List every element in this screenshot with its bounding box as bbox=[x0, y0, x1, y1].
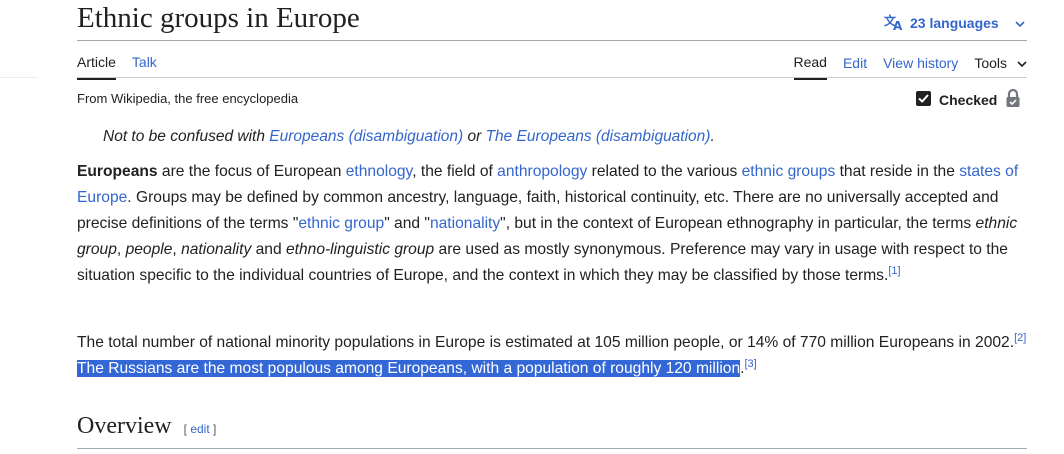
lead-term: Europeans bbox=[77, 163, 158, 180]
lock-icon[interactable] bbox=[1005, 88, 1021, 111]
link-ethnic-group[interactable]: ethnic group bbox=[298, 215, 384, 232]
translate-icon: 文 A bbox=[884, 13, 904, 34]
text: that reside in the bbox=[835, 163, 960, 180]
citation-1[interactable]: [1] bbox=[888, 265, 900, 277]
checkbox-checked-icon bbox=[916, 90, 931, 109]
section-edit-link[interactable]: edit bbox=[190, 422, 209, 436]
italic-term: people bbox=[125, 241, 173, 258]
tab-edit[interactable]: Edit bbox=[843, 55, 867, 79]
page-title: Ethnic groups in Europe bbox=[77, 2, 360, 34]
svg-text:A: A bbox=[893, 19, 903, 31]
text: " and " bbox=[384, 215, 430, 232]
text: ", but in the context of European ethnog… bbox=[500, 215, 976, 232]
checked-label: Checked bbox=[939, 91, 998, 108]
tools-label: Tools bbox=[974, 55, 1007, 71]
hatnote-link-europeans-disambiguation[interactable]: Europeans (disambiguation) bbox=[269, 128, 463, 145]
checked-status: Checked bbox=[916, 88, 1021, 111]
section-heading-overview: Overview [ edit ] bbox=[77, 413, 216, 440]
text: and bbox=[251, 241, 286, 258]
link-nationality[interactable]: nationality bbox=[430, 215, 500, 232]
tabs-divider bbox=[77, 77, 1027, 78]
italic-term: ethno-linguistic group bbox=[285, 241, 435, 258]
hatnote-link-the-europeans-disambiguation[interactable]: The Europeans (disambiguation) bbox=[486, 128, 711, 145]
intro-paragraph: Europeans are the focus of European ethn… bbox=[77, 159, 1027, 289]
tools-menu[interactable]: Tools bbox=[974, 55, 1027, 79]
italic-term: nationality bbox=[181, 241, 252, 258]
selected-text: The Russians are the most populous among… bbox=[77, 360, 741, 377]
link-ethnology[interactable]: ethnology bbox=[346, 163, 412, 180]
hatnote-mid: or bbox=[463, 128, 486, 145]
section-edit: [ edit ] bbox=[184, 422, 217, 436]
text: , the field of bbox=[412, 163, 498, 180]
citation-2[interactable]: [2] bbox=[1014, 332, 1026, 344]
languages-label: 23 languages bbox=[910, 15, 999, 31]
text: The total number of national minority po… bbox=[77, 334, 1015, 351]
section-divider bbox=[77, 448, 1027, 449]
tab-view-history[interactable]: View history bbox=[883, 55, 958, 79]
population-paragraph: The total number of national minority po… bbox=[77, 330, 1027, 382]
hatnote-suffix: . bbox=[710, 128, 715, 145]
text: , bbox=[172, 241, 182, 258]
text: , bbox=[116, 241, 126, 258]
hatnote: Not to be confused with Europeans (disam… bbox=[103, 128, 715, 146]
sidebar-divider bbox=[0, 77, 38, 78]
link-ethnic-groups[interactable]: ethnic groups bbox=[742, 163, 836, 180]
section-heading-label: Overview bbox=[77, 413, 172, 439]
text: related to the various bbox=[587, 163, 742, 180]
site-tagline: From Wikipedia, the free encyclopedia bbox=[77, 91, 299, 106]
title-divider bbox=[77, 40, 1027, 41]
citation-3[interactable]: [3] bbox=[744, 358, 756, 370]
bracket: ] bbox=[209, 422, 217, 436]
languages-button[interactable]: 文 A 23 languages bbox=[884, 13, 1025, 33]
chevron-down-icon bbox=[1017, 55, 1027, 71]
text: are the focus of European bbox=[157, 163, 346, 180]
hatnote-prefix: Not to be confused with bbox=[103, 128, 270, 145]
link-anthropology[interactable]: anthropology bbox=[497, 163, 587, 180]
chevron-down-icon bbox=[1015, 15, 1025, 31]
